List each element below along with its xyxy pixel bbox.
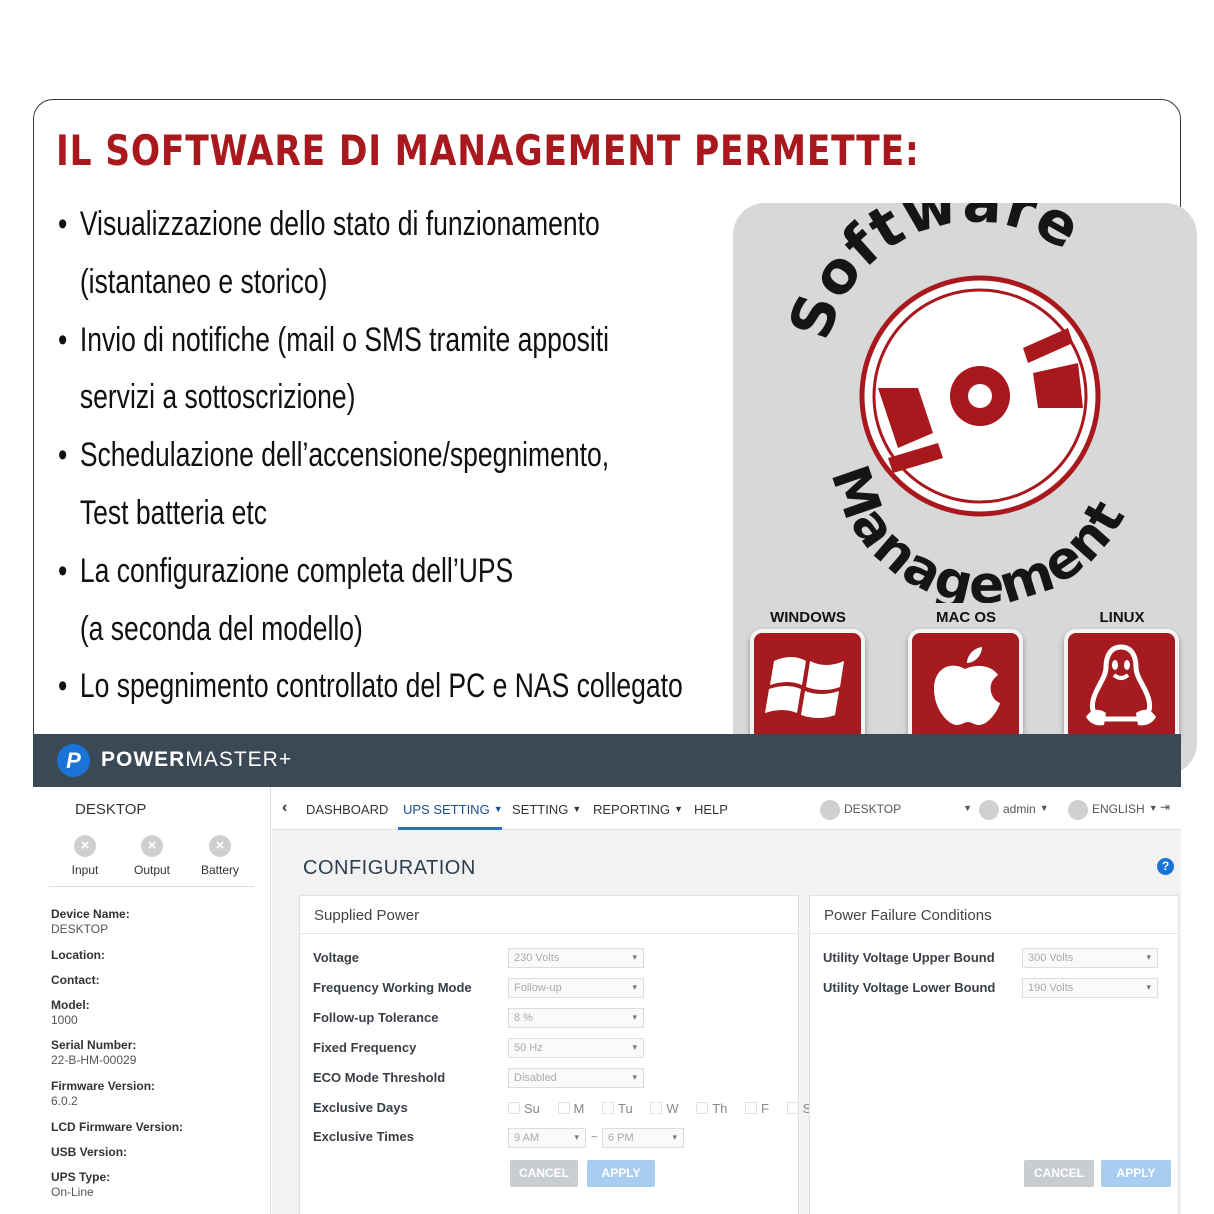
- voltage-select[interactable]: 230 Volts: [508, 948, 644, 968]
- info-usb-version: USB Version:: [51, 1145, 128, 1159]
- cancel-button[interactable]: CANCEL: [510, 1160, 578, 1187]
- apple-icon: [908, 629, 1023, 744]
- apply-button[interactable]: APPLY: [587, 1160, 655, 1187]
- nav-help[interactable]: HELP: [694, 802, 728, 817]
- fixed-frequency-select[interactable]: 50 Hz: [508, 1038, 644, 1058]
- time-from-select[interactable]: 9 AM: [508, 1128, 586, 1148]
- software-management-badge: Software Management: [776, 203, 1137, 603]
- card-title: Supplied Power: [300, 896, 798, 934]
- checkbox[interactable]: [786, 1102, 799, 1114]
- chevron-down-icon: ▼: [493, 804, 503, 814]
- apply-button[interactable]: APPLY: [1101, 1160, 1171, 1187]
- info-lcd-firmware: LCD Firmware Version:: [51, 1120, 184, 1134]
- cancel-button[interactable]: CANCEL: [1024, 1160, 1094, 1187]
- list-item: • Visualizzazione dello stato di funziona…: [58, 205, 600, 243]
- checkbox[interactable]: [696, 1102, 709, 1114]
- card-title: Power Failure Conditions: [810, 896, 1178, 934]
- active-tab-indicator: [398, 827, 502, 830]
- nav-dashboard[interactable]: DASHBOARD: [306, 802, 388, 817]
- nav-ups-setting[interactable]: UPS SETTING ▼: [403, 802, 503, 817]
- field-label: Fixed Frequency: [313, 1040, 417, 1055]
- app-header: P POWERMASTER+: [33, 734, 1181, 787]
- user-icon: [979, 800, 999, 820]
- tolerance-select[interactable]: 8 %: [508, 1008, 644, 1028]
- user-menu[interactable]: admin ▼: [979, 800, 1049, 820]
- checkbox[interactable]: [602, 1102, 614, 1114]
- list-item: • Invio di notifiche (mail o SMS tramite …: [58, 320, 609, 359]
- eco-threshold-select[interactable]: Disabled: [508, 1068, 644, 1088]
- chevron-down-icon: ▼: [1148, 803, 1158, 814]
- os-label-macos: MAC OS: [936, 609, 996, 626]
- field-label: Exclusive Days: [313, 1100, 408, 1115]
- list-item-continuation: servizi a sottoscrizione): [79, 378, 356, 417]
- language-menu[interactable]: ENGLISH ▼: [1068, 800, 1158, 820]
- logout-icon[interactable]: ⇥: [1160, 800, 1170, 814]
- checkbox[interactable]: [745, 1102, 758, 1114]
- globe-icon: [1068, 800, 1088, 820]
- monitor-icon: [820, 800, 840, 820]
- page-title: CONFIGURATION: [303, 857, 476, 879]
- list-item-continuation: (a seconda del modello): [79, 609, 363, 648]
- chevron-down-icon: ▼: [963, 803, 973, 814]
- main-content: ‹ DASHBOARD UPS SETTING ▼ SETTING ▼ REPORT…: [272, 787, 1181, 1214]
- info-model: Model: 1000: [51, 998, 90, 1027]
- power-failure-card: Power Failure Conditions Utility Voltage…: [809, 895, 1179, 1214]
- windows-icon: [750, 629, 865, 744]
- back-chevron-icon[interactable]: ‹: [282, 799, 287, 817]
- divider: [49, 886, 254, 887]
- info-ups-type: UPS Type: On-Line: [51, 1170, 111, 1199]
- brand-name: POWERMASTER+: [101, 748, 293, 771]
- close-circle-icon: ×: [74, 835, 96, 857]
- headline: IL SOFTWARE DI MANAGEMENT PERMETTE:: [56, 126, 920, 175]
- device-title: DESKTOP: [75, 801, 147, 818]
- field-label: ECO Mode Threshold: [313, 1070, 446, 1085]
- device-sidebar: DESKTOP × Input × Output × Battery Device N…: [33, 787, 271, 1214]
- exclusive-days-checkboxes[interactable]: Su M Tu W Th F Sa: [494, 1101, 819, 1116]
- os-label-windows: WINDOWS: [770, 609, 846, 626]
- list-item: • Schedulazione dell’accensione/spegnimen…: [58, 436, 610, 475]
- help-icon[interactable]: ?: [1157, 858, 1174, 875]
- info-contact: Contact:: [51, 973, 100, 987]
- field-label: Exclusive Times: [313, 1129, 414, 1144]
- time-to-select[interactable]: 6 PM: [602, 1128, 684, 1148]
- list-item: • La configurazione completa dell’UPS: [58, 551, 514, 590]
- lower-bound-select[interactable]: 190 Volts: [1022, 978, 1158, 998]
- status-input: × Input: [71, 835, 99, 877]
- software-management-panel: Software Management WINDOWS MAC OS LINUX: [733, 203, 1197, 775]
- status-battery: × Battery: [200, 835, 239, 877]
- nav-setting[interactable]: SETTING ▼: [512, 802, 581, 817]
- field-label: Voltage: [313, 950, 359, 965]
- close-circle-icon: ×: [209, 835, 231, 857]
- status-output: × Output: [133, 835, 171, 877]
- checkbox[interactable]: [650, 1102, 663, 1114]
- device-selector[interactable]: DESKTOP ▼: [820, 800, 972, 820]
- close-circle-icon: ×: [141, 835, 163, 857]
- chevron-down-icon: ▼: [674, 804, 683, 814]
- info-device-name: Device Name: DESKTOP: [51, 907, 130, 936]
- field-label: Utility Voltage Upper Bound: [823, 950, 995, 965]
- list-item-continuation: (istantaneo e storico): [79, 262, 328, 301]
- top-nav: ‹ DASHBOARD UPS SETTING ▼ SETTING ▼ REPORT…: [272, 787, 1181, 830]
- chevron-down-icon: ▼: [1039, 803, 1049, 814]
- chevron-down-icon: ▼: [572, 804, 582, 814]
- info-serial-number: Serial Number: 22-B-HM-00029: [51, 1038, 137, 1067]
- os-label-linux: LINUX: [1099, 609, 1145, 626]
- info-location: Location:: [51, 948, 105, 962]
- powermaster-logo-icon: P: [57, 744, 90, 777]
- linux-tux-icon: [1064, 629, 1179, 744]
- info-firmware-version: Firmware Version: 6.0.2: [51, 1079, 156, 1108]
- upper-bound-select[interactable]: 300 Volts: [1022, 948, 1158, 968]
- list-item: • Lo spegnimento controllato del PC e NAS…: [58, 667, 683, 706]
- frequency-mode-select[interactable]: Follow-up: [508, 978, 644, 998]
- checkbox[interactable]: [508, 1102, 520, 1114]
- field-label: Frequency Working Mode: [313, 980, 472, 995]
- list-item-continuation: Test batteria etc: [79, 493, 268, 532]
- supplied-power-card: Supplied Power Voltage 230 Volts Frequen…: [299, 895, 819, 1214]
- nav-reporting[interactable]: REPORTING ▼: [593, 802, 683, 817]
- time-separator: ~: [591, 1130, 599, 1144]
- field-label: Utility Voltage Lower Bound: [823, 980, 996, 995]
- field-label: Follow-up Tolerance: [313, 1010, 439, 1025]
- checkbox[interactable]: [557, 1102, 570, 1114]
